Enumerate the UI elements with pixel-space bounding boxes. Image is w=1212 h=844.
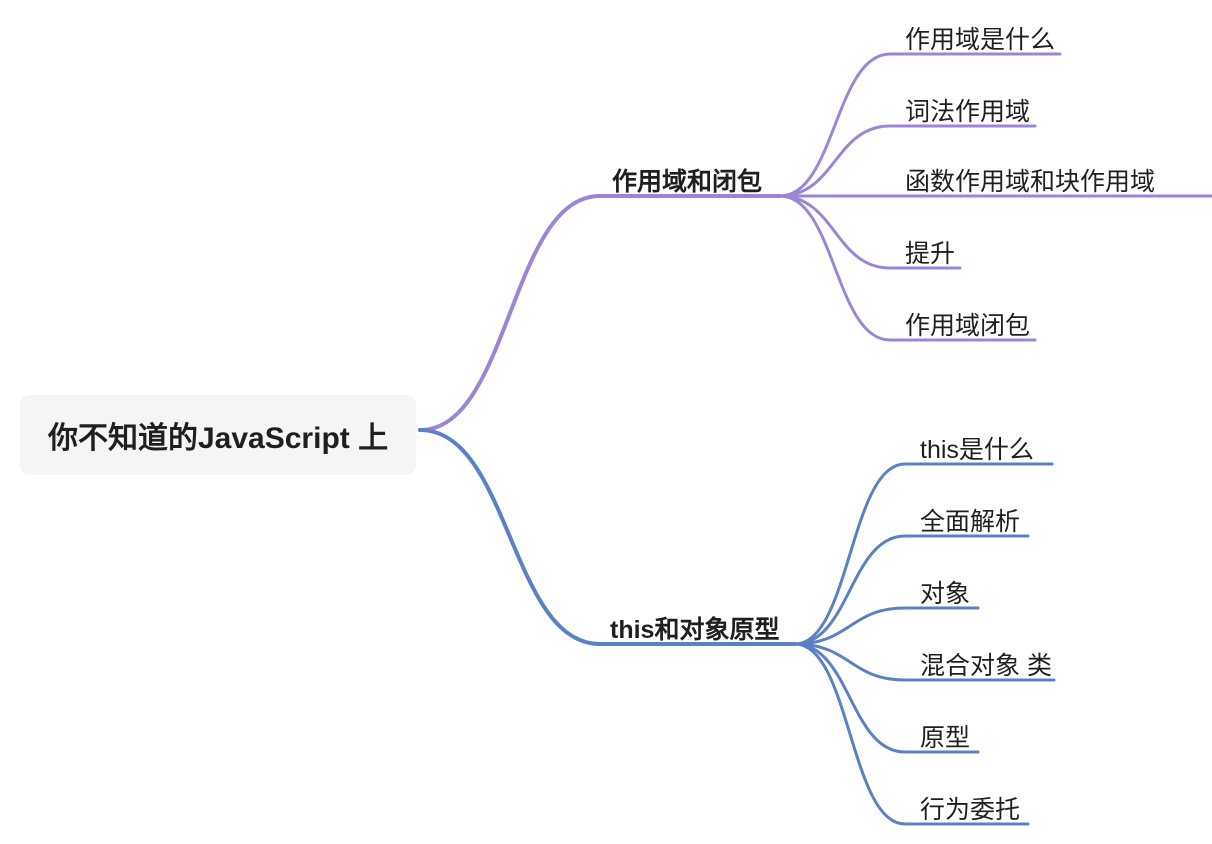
leaf-scope-3[interactable]: 提升 — [905, 234, 955, 270]
leaf-this-0[interactable]: this是什么 — [920, 430, 1034, 466]
branch-this[interactable]: this和对象原型 — [610, 610, 779, 646]
leaf-scope-2[interactable]: 函数作用域和块作用域 — [905, 162, 1155, 198]
leaf-scope-4[interactable]: 作用域闭包 — [905, 306, 1030, 342]
leaf-this-1[interactable]: 全面解析 — [920, 502, 1020, 538]
leaf-this-5[interactable]: 行为委托 — [920, 790, 1020, 826]
leaf-scope-1[interactable]: 词法作用域 — [905, 92, 1030, 128]
root-node[interactable]: 你不知道的JavaScript 上 — [20, 395, 416, 475]
leaf-this-4[interactable]: 原型 — [920, 718, 970, 754]
leaf-this-3[interactable]: 混合对象 类 — [920, 646, 1052, 682]
branch-scope[interactable]: 作用域和闭包 — [612, 162, 762, 198]
leaf-scope-0[interactable]: 作用域是什么 — [905, 20, 1055, 56]
leaf-this-2[interactable]: 对象 — [920, 574, 970, 610]
